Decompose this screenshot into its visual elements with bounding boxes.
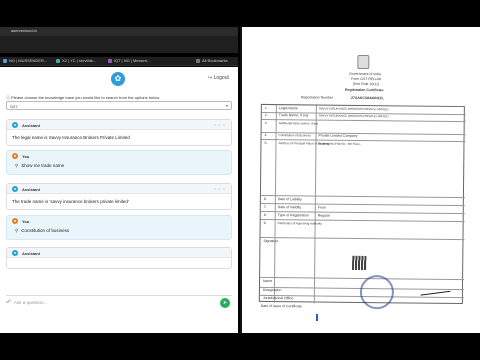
doc-subheading: [See Rule 10(1)] — [353, 81, 379, 87]
message-text: Show me trade name — [21, 163, 65, 168]
doc-government: Government of India — [349, 71, 381, 77]
date-of-issue-label: Date of issue of Certificate — [260, 303, 302, 309]
knowledge-base-value: G27 — [10, 104, 18, 109]
window-title: aservecloud.in — [11, 28, 37, 33]
row-no: 1. — [264, 105, 268, 111]
certificate-table: 1. Legal Name SAVVY INSURANCE BROKERS PR… — [258, 103, 466, 305]
message-text — [7, 258, 231, 268]
knowledge-base-select[interactable]: G27 ▾ — [6, 101, 232, 110]
row-value: SAVVY INSURANCE BROKERS PRIVATE LIMITED — [318, 113, 389, 119]
row-no: 4. — [264, 132, 268, 138]
search-icon: ⚲ — [15, 228, 19, 233]
logout-button[interactable]: ↪ Logout — [208, 75, 229, 81]
message-text: Constitution of business — [21, 228, 70, 233]
reg-number-label: Registration Number : — [300, 95, 336, 100]
row-value: SAVVY INSURANCE BROKERS PRIVATE LIMITED — [318, 106, 389, 112]
row-label: Date of Liability — [277, 197, 302, 202]
emblem-icon — [357, 54, 370, 70]
row-no: 8. — [263, 212, 267, 218]
message-role: You — [22, 219, 30, 224]
message-role: Assistant — [22, 123, 41, 128]
message-actions[interactable]: ○○○ — [214, 122, 227, 127]
user-message: ● You ⚲ Constitution of business — [6, 215, 232, 240]
doc-heading: Form GST REG-06 — [351, 76, 382, 82]
message-text: The legal name is Savvy Insurance Broker… — [12, 135, 130, 140]
assistant-message: ● Assistant — [6, 247, 232, 269]
cert-title: Registration Certificate — [345, 87, 384, 93]
bookmark-2[interactable]: X2 | YC | servthib... — [56, 58, 96, 63]
text-cursor — [316, 314, 318, 321]
row-no: 2. — [264, 112, 268, 118]
chat-app: ✿ ↪ Logout ⓘ Please choose the knowledge… — [0, 67, 238, 333]
chevron-down-icon: ▾ — [225, 103, 228, 108]
leaf-icon: ✿ — [111, 72, 125, 86]
message-role: You — [22, 154, 30, 159]
user-message: ● You ⚲ Show me trade name — [6, 150, 232, 175]
message-role: Assistant — [22, 187, 41, 192]
message-role: Assistant — [22, 251, 41, 256]
bookmark-1[interactable]: NG | MUSSENDER... — [3, 58, 47, 63]
user-icon: ● — [12, 153, 18, 159]
assistant-message: ● Assistant ○○○ The trade name is 'savvy i… — [6, 183, 232, 210]
qr-code — [352, 255, 367, 271]
message-actions[interactable]: ○○○ — [214, 186, 227, 191]
message-text: The trade name is 'savvy insurance broke… — [12, 199, 129, 204]
reg-number-value: 27AAKCS8438N1ZL — [350, 95, 384, 101]
bottom-bar — [0, 333, 480, 360]
row-label: Type of Registration — [277, 213, 309, 218]
row-label: Additional trade names, if any — [278, 121, 319, 126]
gst-certificate: Government of India Form GST REG-06 [See… — [254, 45, 470, 333]
bookmark-3[interactable]: IQ7 | NG | Messeri... — [108, 58, 150, 63]
row-label: Particulars of Approving Authority — [277, 221, 322, 226]
send-button[interactable]: ➤ — [220, 298, 230, 308]
document-viewer: Government of India Form GST REG-06 [See… — [242, 27, 480, 333]
all-bookmarks[interactable]: All Bookmarks — [196, 58, 228, 63]
bot-icon: ● — [12, 122, 18, 128]
row-no: 6. — [263, 196, 267, 202]
row-no: 7. — [263, 204, 267, 210]
row-label: Constitution of Business — [278, 133, 311, 138]
signature-label: Signature — [263, 238, 279, 244]
row-value: Building No./Flat No.: 9th Floor... — [318, 141, 362, 146]
row-value: Private Limited Company — [318, 133, 358, 138]
designation-label: Designation — [262, 287, 282, 293]
input-placeholder: Ask a question... — [14, 300, 48, 305]
assistant-message: ● Assistant ○○○ The legal name is Savvy In… — [6, 119, 232, 146]
user-icon: ● — [12, 218, 18, 224]
jurisdictional-office-label: Jurisdictional Office — [262, 295, 294, 301]
window-titlebar: aservecloud.in — [0, 27, 238, 36]
bookmarks-bar: NG | MUSSENDER... X2 | YC | servthib... … — [0, 57, 238, 66]
row-no: 3. — [264, 120, 268, 126]
row-value: From — [317, 205, 326, 210]
row-label: Trade Name, if any — [278, 113, 309, 118]
attach-icon[interactable]: ☍ — [6, 299, 11, 305]
row-value: Regular — [317, 213, 331, 218]
name-label: Name — [263, 278, 273, 284]
search-icon: ⚲ — [15, 163, 19, 168]
row-no: 9. — [263, 220, 267, 226]
row-no: 5. — [264, 140, 268, 146]
official-stamp — [359, 274, 395, 310]
bot-icon: ● — [12, 186, 18, 192]
chat-input[interactable]: ☍ Ask a question... ➤ — [6, 295, 232, 309]
row-label: Legal Name — [278, 106, 298, 111]
screen: aservecloud.in ← → ↻ aservecloud.in/ngbu… — [0, 0, 480, 360]
row-label: Date of Validity — [277, 205, 302, 210]
tab-bar: ← → ↻ aservecloud.in/ngbusplat ▦ ↓ ● ⋮ — [0, 36, 238, 89]
bot-icon: ● — [12, 250, 18, 256]
